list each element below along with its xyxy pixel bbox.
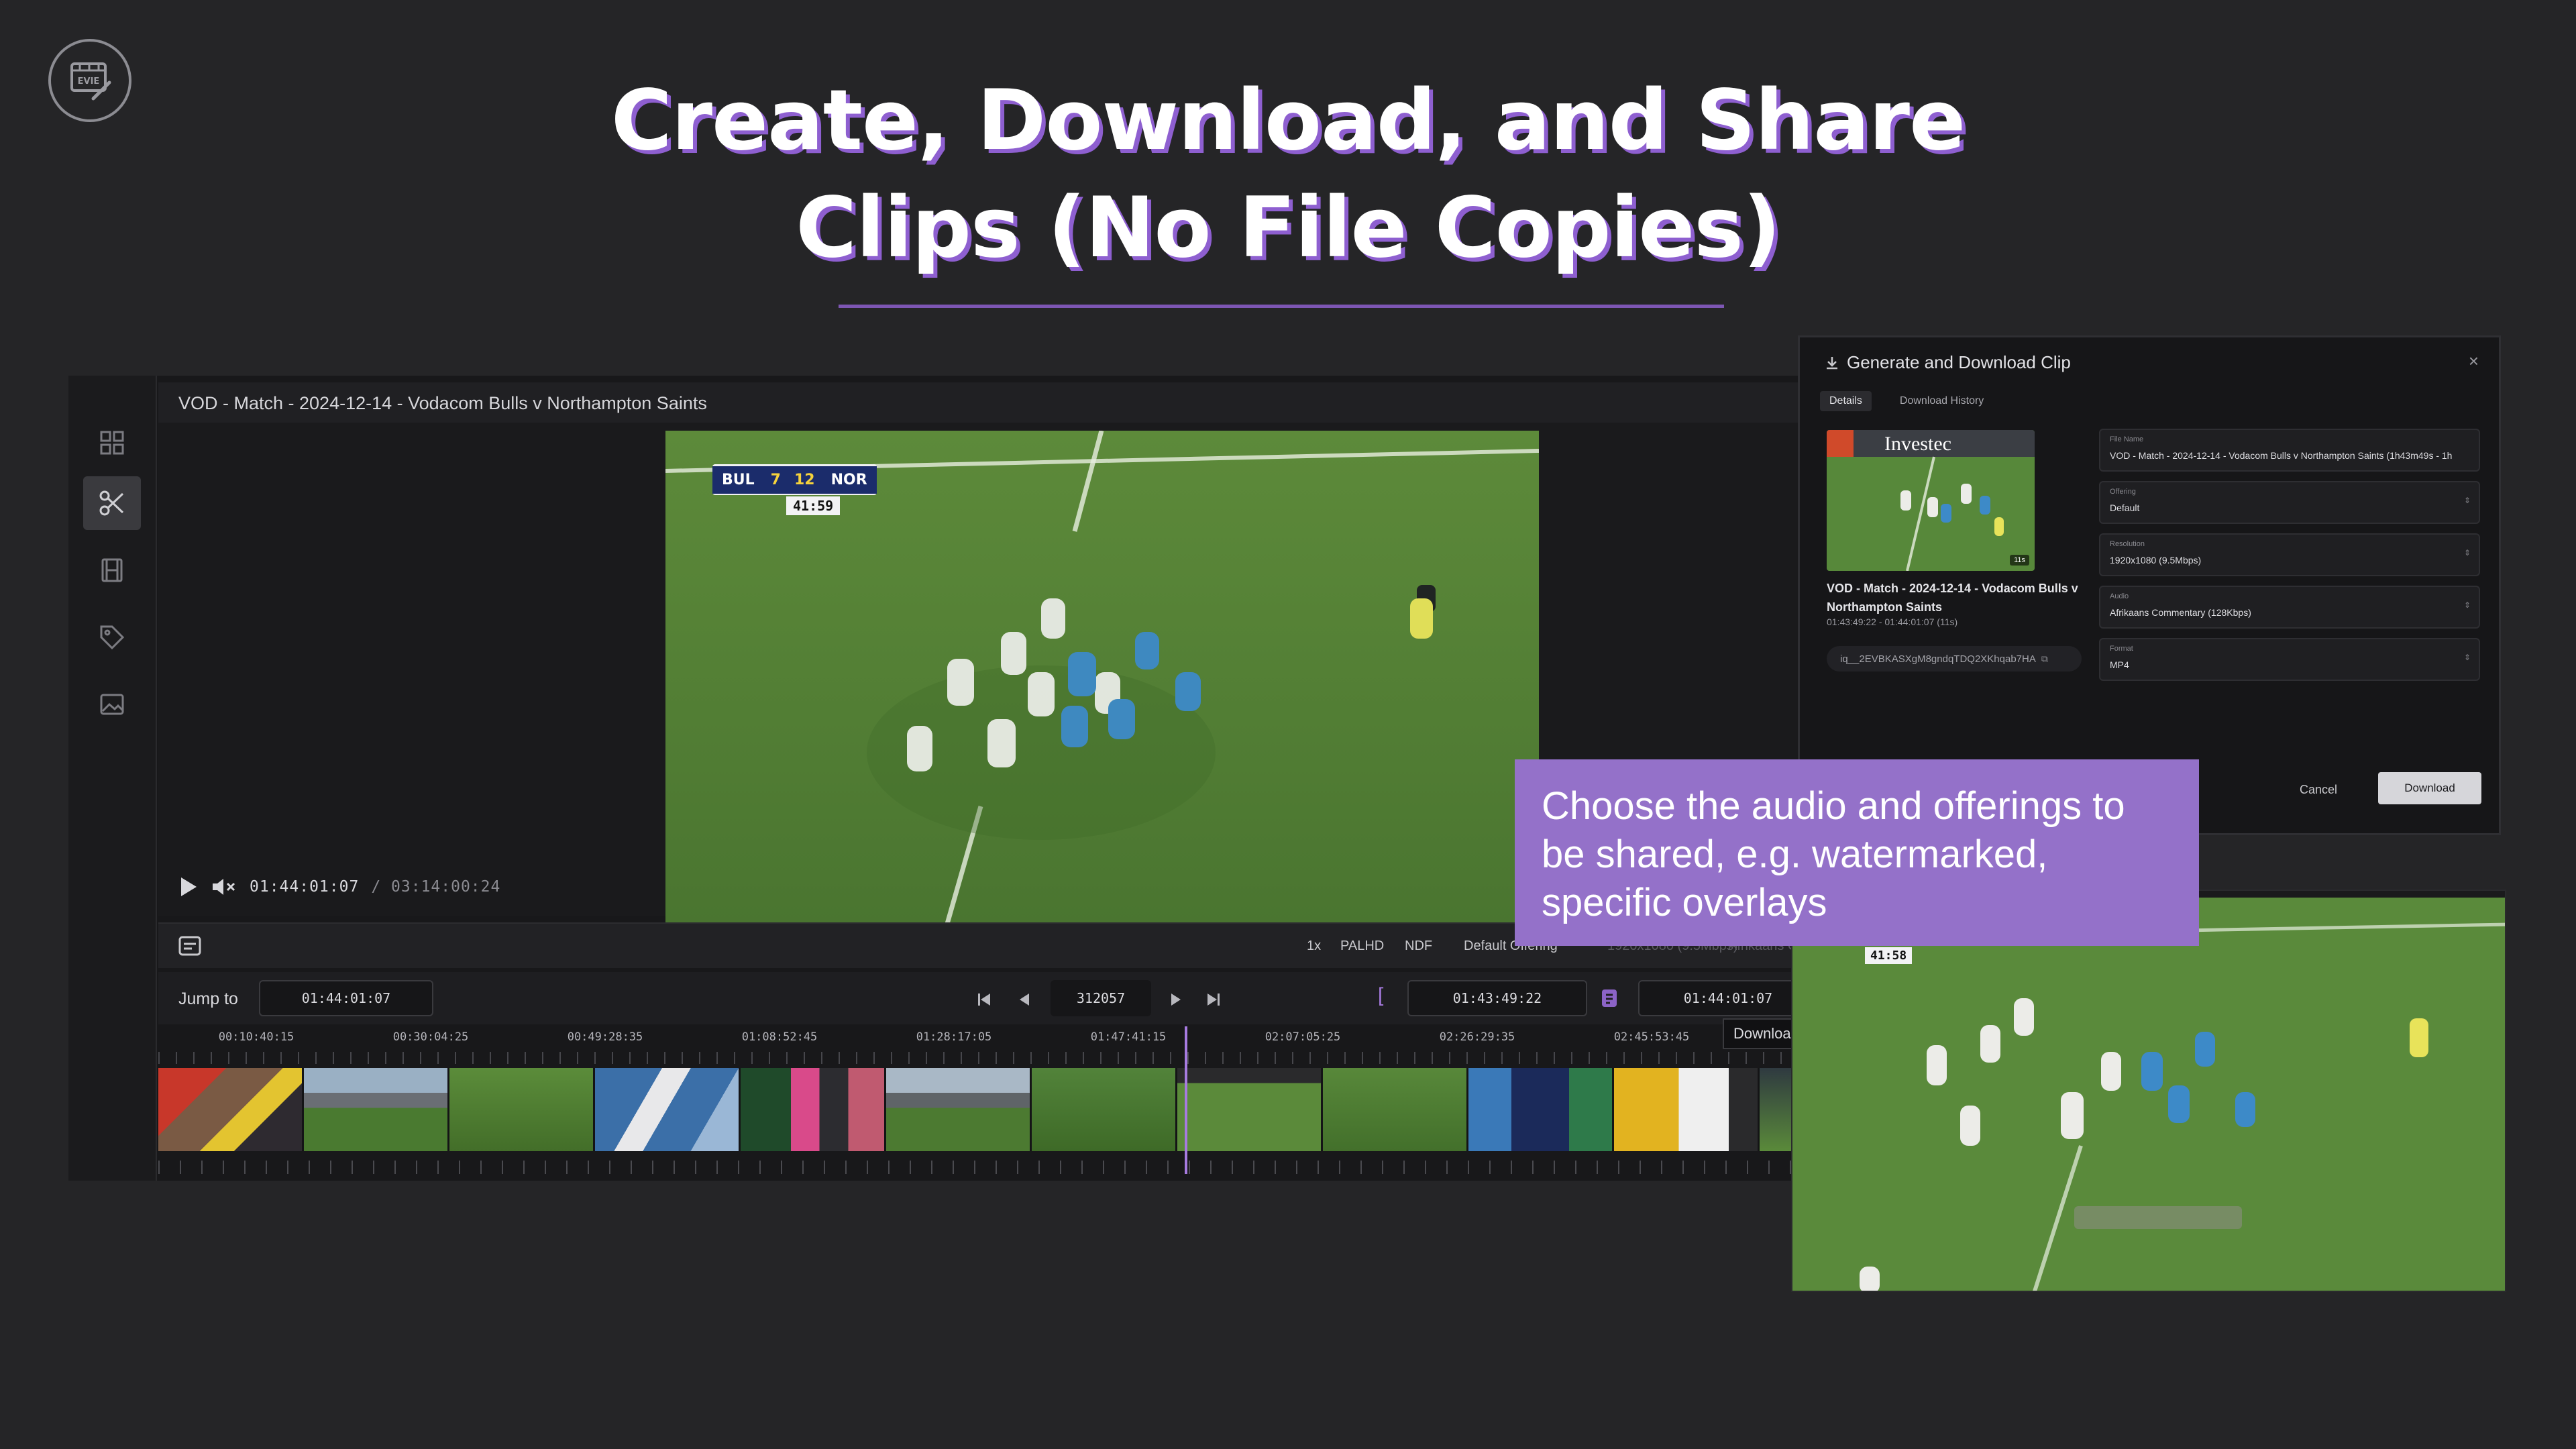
resolution-select[interactable]: Resolution 1920x1080 (9.5Mbps) ⇕	[2099, 533, 2480, 576]
mute-icon[interactable]	[211, 877, 237, 897]
thumbnail[interactable]	[1468, 1068, 1614, 1151]
clip-swap-icon[interactable]	[1599, 988, 1619, 1008]
play-icon[interactable]	[178, 875, 199, 898]
tab-details[interactable]: Details	[1820, 391, 1872, 411]
clip-thumbnail: Investec 11s	[1827, 430, 2035, 571]
video-title: VOD - Match - 2024-12-14 - Vodacom Bulls…	[178, 393, 707, 413]
tag-icon[interactable]	[83, 610, 141, 664]
preview-match-clock: 41:58	[1865, 947, 1913, 964]
total-duration: / 03:14:00:24	[371, 878, 501, 896]
thumbnail[interactable]	[741, 1068, 886, 1151]
thumbnail[interactable]	[449, 1068, 595, 1151]
subtitles-icon[interactable]	[178, 936, 201, 956]
scoreboard: BUL 7 12 NOR	[712, 464, 877, 495]
skip-forward-icon[interactable]	[1205, 991, 1222, 1008]
grid-icon[interactable]	[83, 416, 141, 470]
film-icon[interactable]	[83, 543, 141, 597]
cancel-button[interactable]: Cancel	[2300, 783, 2337, 797]
image-icon[interactable]	[83, 678, 141, 731]
video-frame[interactable]: BUL 7 12 NOR 41:59	[665, 431, 1539, 924]
timeline-ticks	[158, 1052, 1799, 1064]
scissors-icon[interactable]	[83, 476, 141, 530]
thumbnail[interactable]	[1323, 1068, 1468, 1151]
thumbnail[interactable]	[304, 1068, 449, 1151]
ruler-label: 00:30:04:25	[392, 1030, 469, 1044]
ruler-label: 02:07:05:25	[1265, 1030, 1341, 1044]
duration-badge: 11s	[2010, 555, 2029, 566]
timecode-mode[interactable]: NDF	[1405, 938, 1432, 954]
thumbnail[interactable]	[1177, 1068, 1323, 1151]
close-icon[interactable]: ×	[2469, 351, 2479, 372]
copy-icon[interactable]: ⧉	[2041, 653, 2048, 665]
transport-controls: 01:44:01:07 / 03:14:00:24	[178, 875, 500, 898]
ruler-label: 00:10:40:15	[218, 1030, 294, 1044]
audio-select[interactable]: Audio Afrikaans Commentary (128Kbps) ⇕	[2099, 586, 2480, 629]
download-tooltip: Downloa	[1723, 1018, 1802, 1049]
format-select[interactable]: Format MP4 ⇕	[2099, 638, 2480, 681]
sidebar	[68, 376, 157, 1181]
title-underline	[839, 305, 1724, 308]
in-point-input[interactable]: 01:43:49:22	[1407, 980, 1587, 1016]
offering-select[interactable]: Offering Default ⇕	[2099, 481, 2480, 524]
jump-bar: Jump to 01:44:01:07 312057 [ 01:43:49:22…	[158, 972, 1837, 1024]
clip-name: VOD - Match - 2024-12-14 - Vodacom Bulls…	[1827, 582, 2078, 614]
chevron-updown-icon: ⇕	[2463, 548, 2471, 557]
jump-input[interactable]: 01:44:01:07	[259, 980, 433, 1016]
ruler-label: 00:49:28:35	[567, 1030, 643, 1044]
chevron-updown-icon: ⇕	[2463, 600, 2471, 610]
ruler-label: 02:26:29:35	[1439, 1030, 1515, 1044]
ruler-label: 02:45:53:45	[1613, 1030, 1690, 1044]
tab-download-history[interactable]: Download History	[1890, 391, 1993, 411]
chevron-updown-icon: ⇕	[2463, 496, 2471, 505]
dialog-tabs: Details Download History	[1820, 391, 1993, 411]
clip-id-chip[interactable]: iq__2EVBKASXgM8gndqTDQ2XKhqab7HA ⧉	[1827, 646, 2082, 672]
page-title-line2: Clips (No File Copies)	[796, 180, 1781, 276]
chevron-updown-icon: ⇕	[2463, 653, 2471, 662]
thumbnail[interactable]	[595, 1068, 741, 1151]
dialog-title: Generate and Download Clip	[1847, 352, 2071, 372]
page-title: Create, Download, and Share Clips (No Fi…	[0, 67, 2576, 282]
clip-range: 01:43:49:22 - 01:44:01:07 (11s)	[1827, 616, 1958, 627]
timeline[interactable]: 00:10:40:15 00:30:04:25 00:49:28:35 01:0…	[158, 1026, 1799, 1221]
callout-box: Choose the audio and offerings to be sha…	[1515, 759, 2199, 946]
page-title-line1: Create, Download, and Share	[610, 72, 1966, 169]
in-point-bracket[interactable]: [	[1378, 984, 1383, 1007]
ruler-label: 01:47:41:15	[1090, 1030, 1167, 1044]
video-title-bar: VOD - Match - 2024-12-14 - Vodacom Bulls…	[158, 382, 1799, 423]
thumbnail-strip	[158, 1068, 1799, 1151]
frame-input[interactable]: 312057	[1051, 980, 1151, 1016]
clip-id: iq__2EVBKASXgM8gndqTDQ2XKhqab7HA	[1840, 653, 2036, 665]
ruler-label: 01:08:52:45	[741, 1030, 818, 1044]
thumbnail-brand: Investec	[1884, 433, 1951, 455]
thumbnail[interactable]	[1614, 1068, 1760, 1151]
ruler-label: 01:28:17:05	[916, 1030, 992, 1044]
jump-label: Jump to	[178, 989, 238, 1008]
step-forward-icon[interactable]	[1167, 991, 1185, 1008]
file-name-field[interactable]: File Name VOD - Match - 2024-12-14 - Vod…	[2099, 429, 2480, 472]
clip-preview-video[interactable]: 41:58	[1791, 890, 2506, 1292]
match-clock: 41:59	[786, 496, 841, 515]
playback-speed[interactable]: 1x	[1307, 938, 1321, 954]
thumbnail[interactable]	[1032, 1068, 1177, 1151]
playhead[interactable]	[1185, 1026, 1187, 1174]
step-back-icon[interactable]	[1016, 991, 1033, 1008]
timeline-minor-ticks	[158, 1161, 1799, 1174]
download-button[interactable]: Download	[2378, 772, 2481, 804]
thumbnail[interactable]	[158, 1068, 304, 1151]
current-timecode: 01:44:01:07	[250, 878, 360, 896]
thumbnail[interactable]	[886, 1068, 1032, 1151]
download-icon	[1827, 357, 1837, 370]
video-format[interactable]: PALHD	[1340, 938, 1384, 954]
skip-back-icon[interactable]	[975, 991, 993, 1008]
